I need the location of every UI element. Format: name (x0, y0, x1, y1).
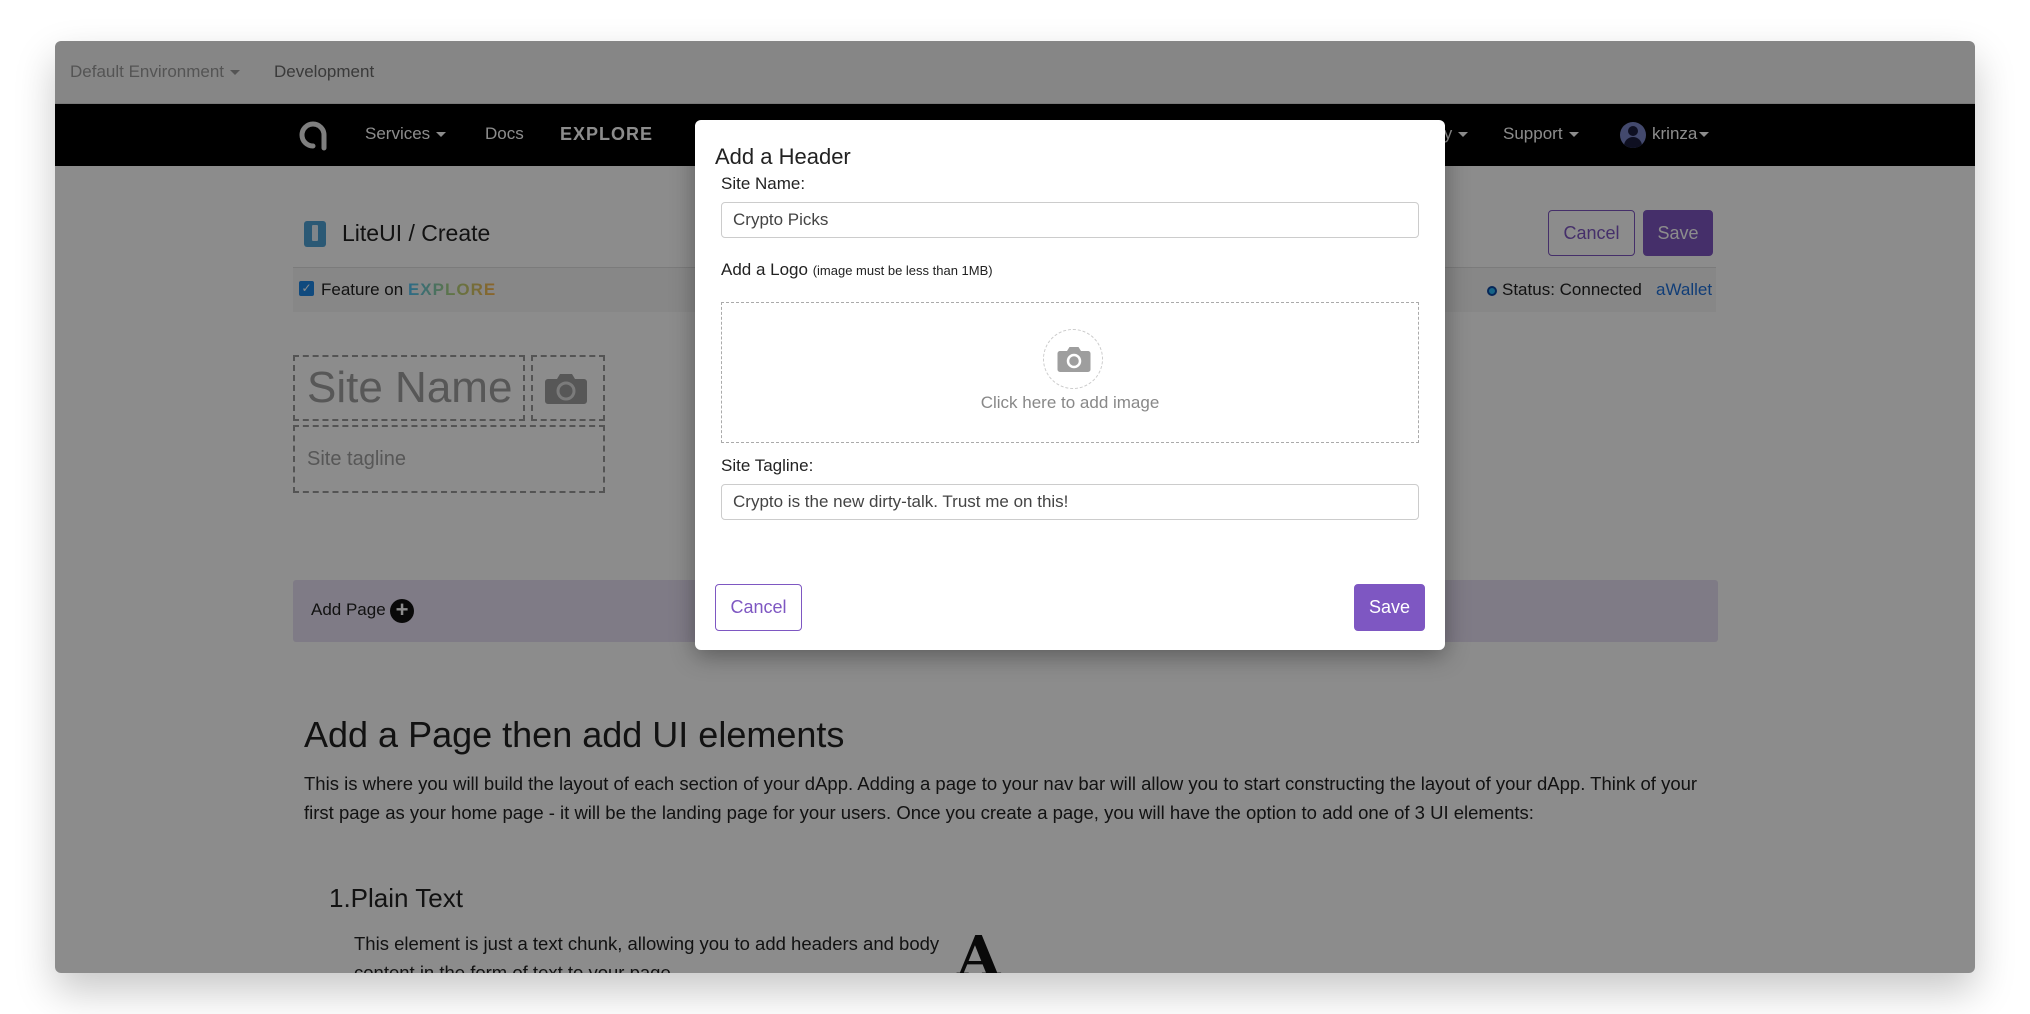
modal-cancel-button[interactable]: Cancel (715, 584, 802, 631)
modal-title: Add a Header (715, 144, 851, 169)
browser-window: Default Environment Development Services… (55, 41, 1975, 973)
logo-hint: (image must be less than 1MB) (812, 263, 993, 278)
modal-save-button[interactable]: Save (1354, 584, 1425, 631)
tagline-label: Site Tagline: (721, 456, 814, 475)
dropzone-text: Click here to add image (980, 393, 1160, 412)
logo-label: Add a Logo (image must be less than 1MB) (721, 260, 993, 280)
tagline-input[interactable] (721, 484, 1419, 520)
site-name-input[interactable] (721, 202, 1419, 238)
camera-icon (1057, 347, 1091, 372)
site-name-label: Site Name: (721, 174, 806, 193)
logo-dropzone[interactable]: Click here to add image (721, 302, 1419, 443)
add-header-modal: Add a Header Site Name: Add a Logo (imag… (695, 120, 1445, 650)
logo-label-text: Add a Logo (721, 260, 808, 279)
